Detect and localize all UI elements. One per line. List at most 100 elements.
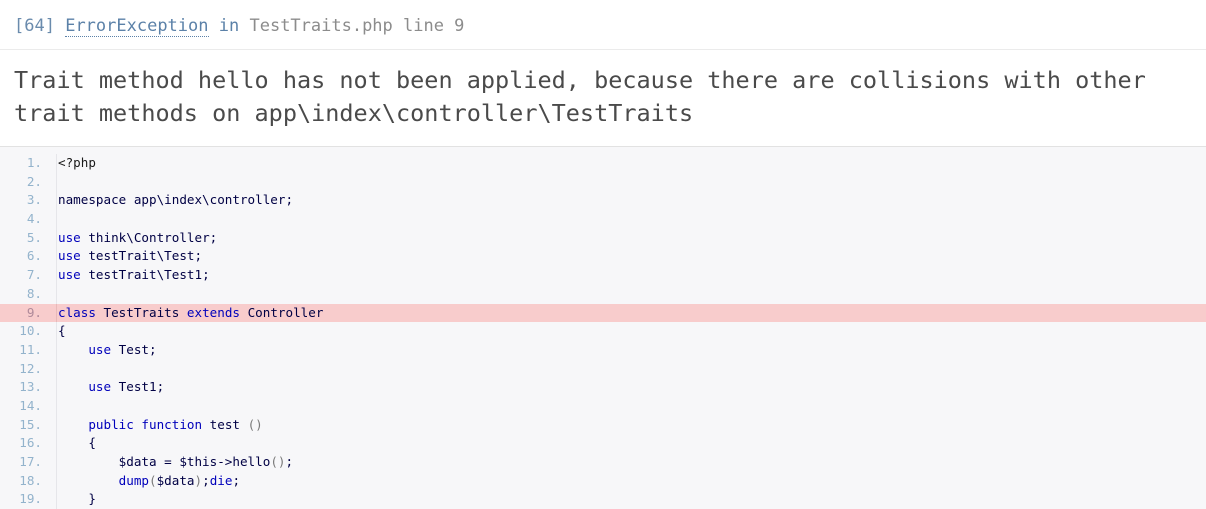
code-line-text: use Test; — [58, 341, 157, 357]
code-line: 18. dump($data);die; — [0, 471, 1206, 491]
exception-preposition: in — [218, 16, 240, 36]
code-token: TestTraits — [95, 304, 187, 320]
error-page: [64] ErrorException in TestTraits.php li… — [0, 0, 1206, 509]
code-line: 2. — [0, 172, 1206, 192]
code-line-text: <?php — [58, 155, 96, 170]
line-number: 15. — [19, 416, 42, 432]
code-token: () — [247, 416, 263, 432]
code-line: 9. class TestTraits extends Controller — [0, 303, 1206, 323]
code-token: use — [58, 248, 81, 264]
gutter-divider — [56, 434, 57, 453]
gutter-divider — [56, 471, 57, 491]
spacer-2 — [209, 16, 219, 36]
code-line: 1. <?php — [0, 154, 1206, 173]
code-token: think\Controller; — [80, 229, 218, 245]
line-number: 8. — [26, 285, 42, 301]
code-line-text: $data = $this->hello(); — [58, 454, 293, 469]
line-number: 11. — [19, 341, 42, 357]
code-token: use — [88, 341, 112, 357]
code-line-text: use Test1; — [58, 379, 164, 394]
line-number: 13. — [19, 379, 42, 395]
source-code-panel: 1. <?php 2. 3. namespace app\index\controlle… — [0, 147, 1206, 509]
code-line-text: { — [58, 435, 96, 450]
code-line-text: use testTrait\Test1; — [58, 267, 210, 282]
code-token: namespace app\index\controller; — [58, 192, 294, 208]
gutter-divider — [56, 228, 57, 248]
exception-header: [64] ErrorException in TestTraits.php li… — [0, 0, 1206, 50]
gutter-divider — [56, 191, 57, 211]
code-line-text: class TestTraits extends Controller — [58, 305, 323, 320]
line-number: 2. — [26, 173, 42, 189]
code-line-text: } — [58, 491, 96, 506]
code-token: Test; — [111, 341, 157, 357]
gutter-divider — [56, 247, 57, 267]
line-number: 5. — [26, 229, 42, 245]
code-token: use — [58, 229, 81, 245]
code-token: ; — [285, 454, 294, 469]
code-token: die — [209, 472, 233, 488]
code-token: ( — [149, 472, 157, 488]
gutter-divider — [56, 359, 57, 379]
gutter-divider — [56, 396, 57, 416]
spacer-3 — [239, 16, 249, 36]
gutter-divider — [56, 453, 57, 472]
spacer-1 — [55, 16, 65, 36]
exception-code: [64] — [14, 16, 55, 36]
exception-class-link[interactable]: ErrorException — [65, 16, 209, 37]
gutter-divider — [56, 266, 57, 285]
code-line: 12. — [0, 359, 1206, 379]
code-line-text: use testTrait\Test; — [58, 248, 202, 263]
code-token: class — [58, 304, 96, 320]
code-token: ) — [194, 472, 203, 488]
code-line: 14. — [0, 396, 1206, 416]
code-token: { — [58, 323, 66, 339]
exception-message: Trait method hello has not been applied,… — [0, 50, 1206, 147]
gutter-divider — [56, 340, 57, 360]
code-line: 3. namespace app\index\controller; — [0, 191, 1206, 211]
gutter-divider — [56, 154, 57, 173]
gutter-divider — [56, 284, 57, 304]
code-line-text: dump($data);die; — [58, 473, 240, 488]
code-line-text: public function test () — [58, 416, 263, 432]
code-token: { — [58, 435, 96, 451]
line-number: 9. — [26, 304, 42, 320]
code-token: Test1; — [111, 379, 165, 395]
code-line: 10. { — [0, 322, 1206, 341]
code-line-text: use think\Controller; — [58, 230, 217, 245]
code-line: 4. — [0, 210, 1206, 229]
code-token: <?php — [58, 155, 96, 170]
source-code-lines: 1. <?php 2. 3. namespace app\index\controlle… — [0, 154, 1206, 509]
line-number: 12. — [19, 360, 42, 376]
code-line: 15. public function test () — [0, 415, 1206, 435]
line-number: 18. — [19, 472, 42, 488]
code-token: testTrait\Test1; — [80, 267, 210, 283]
line-number: 6. — [26, 248, 42, 264]
gutter-divider — [56, 210, 57, 229]
code-line: 11. use Test; — [0, 340, 1206, 360]
line-number: 4. — [26, 211, 42, 227]
code-line-text: { — [58, 323, 66, 338]
gutter-divider — [56, 378, 57, 397]
code-token: test — [202, 416, 248, 432]
gutter-divider — [56, 322, 57, 341]
code-line: 8. — [0, 284, 1206, 304]
code-line-text: namespace app\index\controller; — [58, 192, 293, 207]
code-token: extends — [186, 304, 240, 320]
exception-location: TestTraits.php line 9 — [249, 16, 465, 36]
code-line: 17. $data = $this->hello(); — [0, 453, 1206, 472]
code-line: 16. { — [0, 434, 1206, 453]
code-token: use — [58, 267, 81, 283]
code-token: $data = $this->hello — [58, 454, 271, 469]
code-line: 6. use testTrait\Test; — [0, 247, 1206, 267]
code-token: use — [88, 379, 112, 395]
code-token: public function — [88, 416, 203, 432]
code-token: ; — [202, 472, 210, 488]
line-number: 10. — [19, 323, 42, 339]
code-token: } — [58, 491, 96, 507]
line-number: 7. — [26, 267, 42, 283]
code-token: Controller — [240, 304, 324, 320]
gutter-divider — [56, 172, 57, 192]
